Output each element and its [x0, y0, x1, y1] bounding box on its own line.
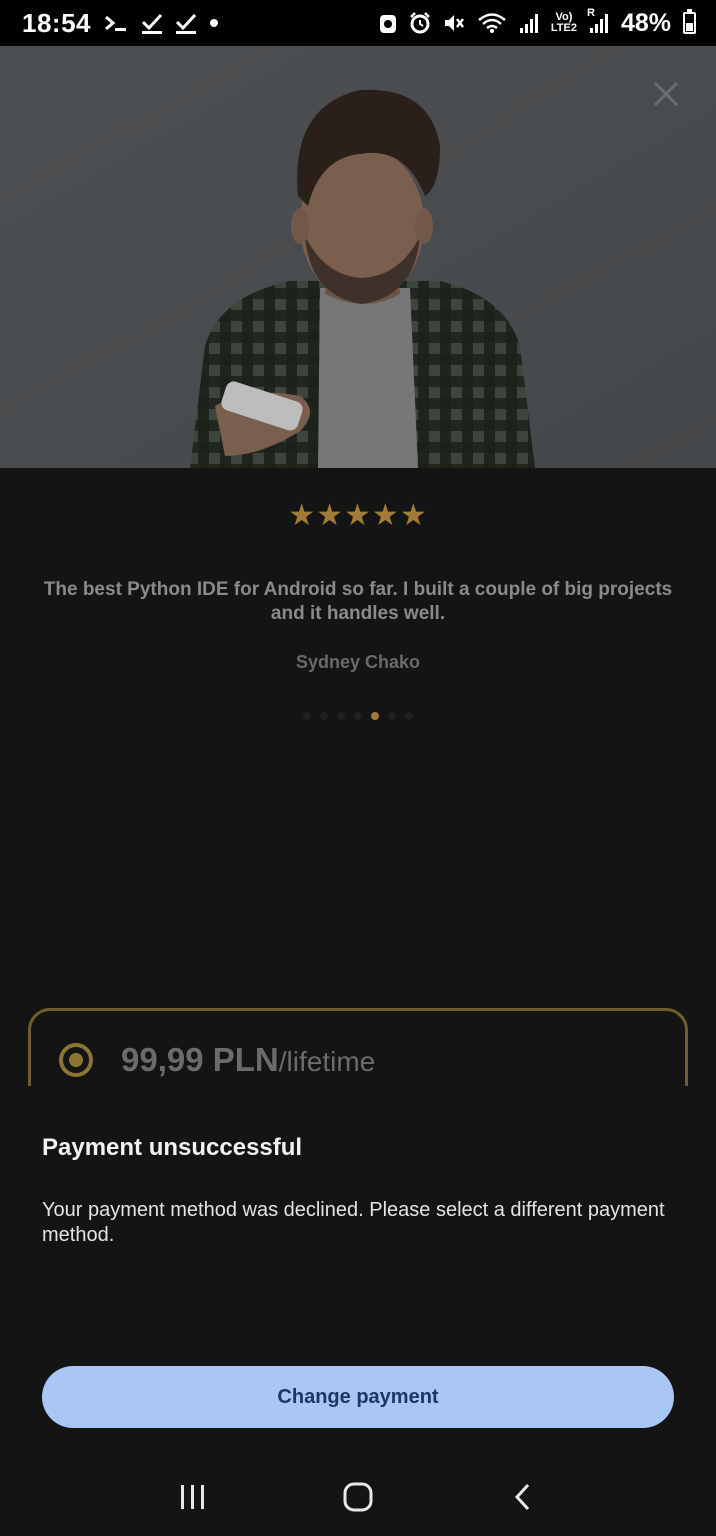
- signal-icon: [519, 12, 539, 34]
- home-icon: [343, 1482, 373, 1512]
- plan-period: /lifetime: [278, 1046, 376, 1077]
- carousel-pager: [0, 712, 716, 720]
- battery-percent: 48%: [620, 8, 671, 37]
- hero-image: [0, 46, 716, 468]
- dot-icon: [209, 18, 219, 28]
- battery-icon: [683, 9, 696, 34]
- mute-icon: [443, 12, 465, 34]
- roaming-indicator: R: [586, 7, 595, 19]
- back-button[interactable]: [493, 1467, 553, 1527]
- close-icon: [653, 81, 679, 107]
- dialog-message: Your payment method was declined. Please…: [42, 1199, 665, 1246]
- review-quote: The best Python IDE for Android so far. …: [43, 579, 673, 624]
- pager-dot[interactable]: [303, 712, 311, 720]
- recents-button[interactable]: [163, 1467, 223, 1527]
- system-nav-bar: [0, 1458, 716, 1536]
- rating-stars: ★★★★★: [288, 499, 428, 532]
- review-author: Sydney Chako: [295, 652, 421, 672]
- plan-radio-selected[interactable]: [59, 1043, 93, 1077]
- check-icon: [141, 12, 163, 34]
- dialog-title: Payment unsuccessful: [42, 1134, 303, 1161]
- status-bar-left: 18:54: [22, 8, 219, 39]
- check-icon: [175, 12, 197, 34]
- home-button[interactable]: [328, 1467, 388, 1527]
- status-bar: 18:54 Vo) LTE2 R 48%: [0, 0, 716, 46]
- close-button[interactable]: [652, 80, 680, 108]
- clock: 18:54: [22, 7, 91, 38]
- recents-icon: [180, 1485, 204, 1509]
- change-payment-button[interactable]: Change payment: [42, 1366, 674, 1428]
- pager-dot-active[interactable]: [371, 712, 379, 720]
- man-with-phone-photo: [0, 46, 716, 468]
- pager-dot[interactable]: [405, 712, 413, 720]
- volte-icon: Vo) LTE2: [550, 11, 577, 34]
- signal-roaming-icon: R: [587, 8, 609, 34]
- terminal-icon: [103, 13, 129, 33]
- alarm-icon: [409, 12, 431, 34]
- pager-dot[interactable]: [388, 712, 396, 720]
- pager-dot[interactable]: [337, 712, 345, 720]
- pager-dot[interactable]: [320, 712, 328, 720]
- back-icon: [515, 1483, 530, 1511]
- pager-dot[interactable]: [354, 712, 362, 720]
- plan-price: 99,99 PLN/lifetime: [121, 1041, 376, 1078]
- wifi-icon: [477, 12, 507, 34]
- status-bar-right: Vo) LTE2 R 48%: [379, 8, 696, 38]
- security-lock-icon: [379, 12, 397, 34]
